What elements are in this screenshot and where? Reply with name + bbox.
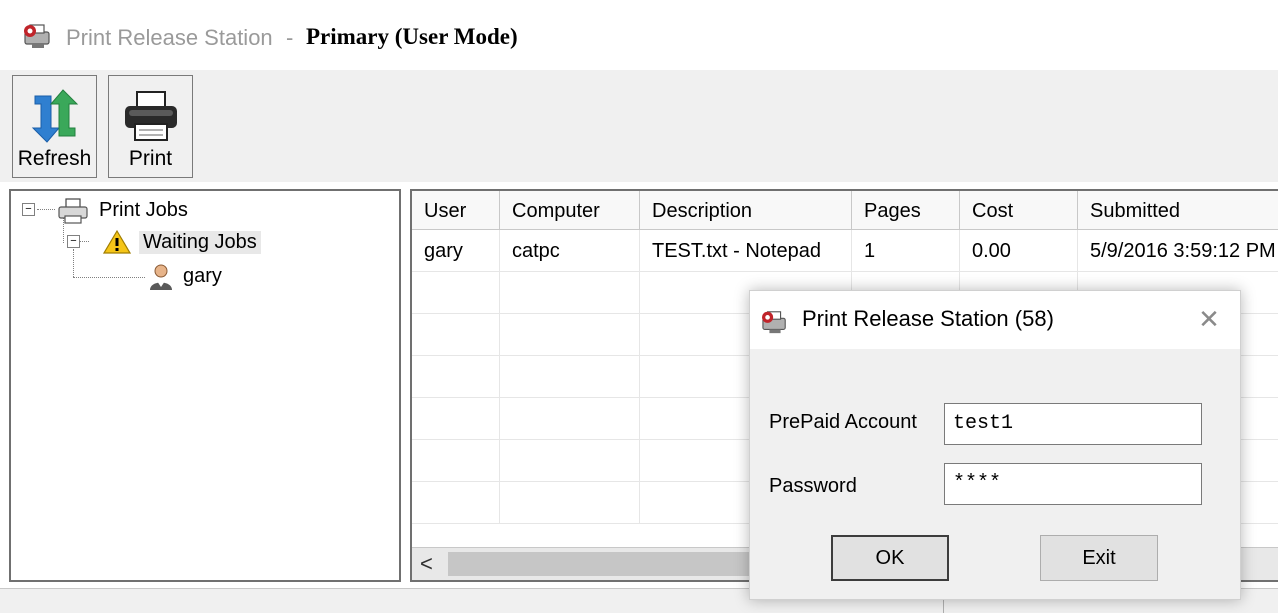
column-header-cost[interactable]: Cost [960, 191, 1078, 229]
tree-node-waiting-jobs[interactable]: Waiting Jobs [139, 231, 261, 254]
ok-button[interactable]: OK [831, 535, 949, 581]
app-icon [22, 22, 54, 55]
refresh-arrows-icon [27, 88, 83, 149]
tree-node-print-jobs[interactable]: Print Jobs [99, 199, 188, 222]
refresh-button[interactable]: Refresh [12, 75, 97, 178]
prepaid-account-label: PrePaid Account [769, 411, 917, 433]
printer-icon [57, 198, 89, 229]
tree-collapse-waiting-jobs[interactable]: − [67, 235, 80, 248]
cell-description: TEST.txt - Notepad [640, 230, 852, 272]
column-header-user[interactable]: User [412, 191, 500, 229]
cell-submitted: 5/9/2016 3:59:12 PM [1078, 230, 1278, 272]
password-label: Password [769, 475, 857, 497]
title-bar: Print Release Station - Primary (User Mo… [0, 0, 1278, 70]
warning-icon [102, 229, 132, 260]
column-header-pages[interactable]: Pages [852, 191, 960, 229]
window-title: Print Release Station [66, 25, 273, 50]
login-dialog: Print Release Station (58) ✕ PrePaid Acc… [749, 290, 1241, 600]
print-button[interactable]: Print [108, 75, 193, 178]
tree-connector [73, 277, 145, 278]
cell-cost: 0.00 [960, 230, 1078, 272]
tree-connector [37, 209, 55, 210]
exit-button[interactable]: Exit [1040, 535, 1158, 581]
close-icon[interactable]: ✕ [1194, 304, 1224, 334]
scrollbar-thumb[interactable] [448, 552, 778, 576]
print-jobs-tree: − Print Jobs − Waiting Jobs gary [9, 189, 401, 582]
printer-icon [122, 88, 180, 149]
column-header-computer[interactable]: Computer [500, 191, 640, 229]
scroll-left-button[interactable]: < [420, 551, 433, 577]
app-icon [760, 309, 790, 340]
column-header-submitted[interactable]: Submitted [1078, 191, 1278, 229]
dialog-title: Print Release Station (58) [802, 306, 1054, 331]
cell-user: gary [412, 230, 500, 272]
tree-connector [73, 249, 74, 277]
tree-node-user-gary[interactable]: gary [183, 265, 222, 288]
print-label: Print [128, 147, 173, 170]
password-input[interactable]: **** [944, 463, 1202, 505]
table-header: User Computer Description Pages Cost Sub… [412, 191, 1278, 230]
dialog-title-bar: Print Release Station (58) ✕ [750, 291, 1240, 349]
user-icon [147, 263, 175, 296]
title-separator: - [286, 25, 294, 50]
prepaid-account-input[interactable]: test1 [944, 403, 1202, 445]
table-row[interactable]: gary catpc TEST.txt - Notepad 1 0.00 5/9… [412, 230, 1278, 272]
window-mode: Primary (User Mode) [306, 24, 518, 49]
column-header-description[interactable]: Description [640, 191, 852, 229]
refresh-label: Refresh [17, 147, 92, 170]
cell-pages: 1 [852, 230, 960, 272]
tree-collapse-print-jobs[interactable]: − [22, 203, 35, 216]
toolbar: Refresh Print [0, 70, 1278, 182]
cell-computer: catpc [500, 230, 640, 272]
